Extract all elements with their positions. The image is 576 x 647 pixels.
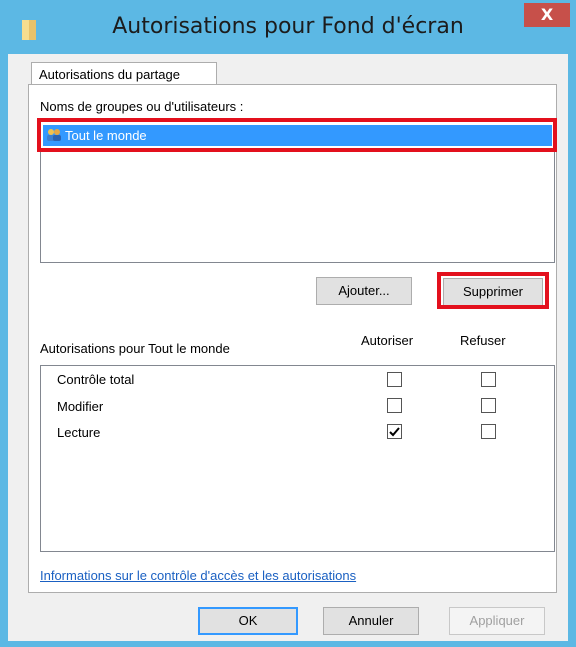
add-button[interactable]: Ajouter... (316, 277, 412, 305)
cancel-button[interactable]: Annuler (323, 607, 419, 635)
folder-icon (22, 20, 36, 40)
allow-read-checkbox[interactable] (387, 424, 402, 439)
tab-panel: Noms de groupes ou d'utilisateurs : Tout… (28, 84, 557, 593)
highlight-box-selected-user (37, 118, 557, 152)
highlight-box-remove (437, 272, 549, 309)
dialog-body: Autorisations du partage Noms de groupes… (8, 54, 568, 641)
window-title: Autorisations pour Fond d'écran (112, 14, 464, 39)
dialog-window: Autorisations pour Fond d'écran X Autori… (0, 0, 576, 647)
allow-column-header: Autoriser (361, 333, 414, 348)
deny-modify-checkbox[interactable] (481, 398, 496, 413)
ok-button[interactable]: OK (198, 607, 298, 635)
permissions-label: Autorisations pour Tout le monde (40, 341, 230, 356)
title-bar[interactable]: Autorisations pour Fond d'écran X (0, 0, 576, 54)
deny-read-checkbox[interactable] (481, 424, 496, 439)
permission-row-modify: Modifier (57, 399, 104, 414)
access-control-info-link[interactable]: Informations sur le contrôle d'accès et … (40, 568, 356, 583)
tab-share-permissions[interactable]: Autorisations du partage (31, 62, 217, 84)
permission-row-read: Lecture (57, 425, 101, 440)
apply-button[interactable]: Appliquer (449, 607, 545, 635)
groups-label: Noms de groupes ou d'utilisateurs : (40, 99, 244, 114)
deny-column-header: Refuser (460, 333, 506, 348)
allow-modify-checkbox[interactable] (387, 398, 402, 413)
permission-row-full-control: Contrôle total (57, 372, 135, 387)
permissions-grid: Contrôle total Modifier Lecture (40, 365, 555, 552)
checkmark-icon (389, 427, 400, 437)
close-button[interactable]: X (524, 3, 570, 27)
deny-full-control-checkbox[interactable] (481, 372, 496, 387)
allow-full-control-checkbox[interactable] (387, 372, 402, 387)
